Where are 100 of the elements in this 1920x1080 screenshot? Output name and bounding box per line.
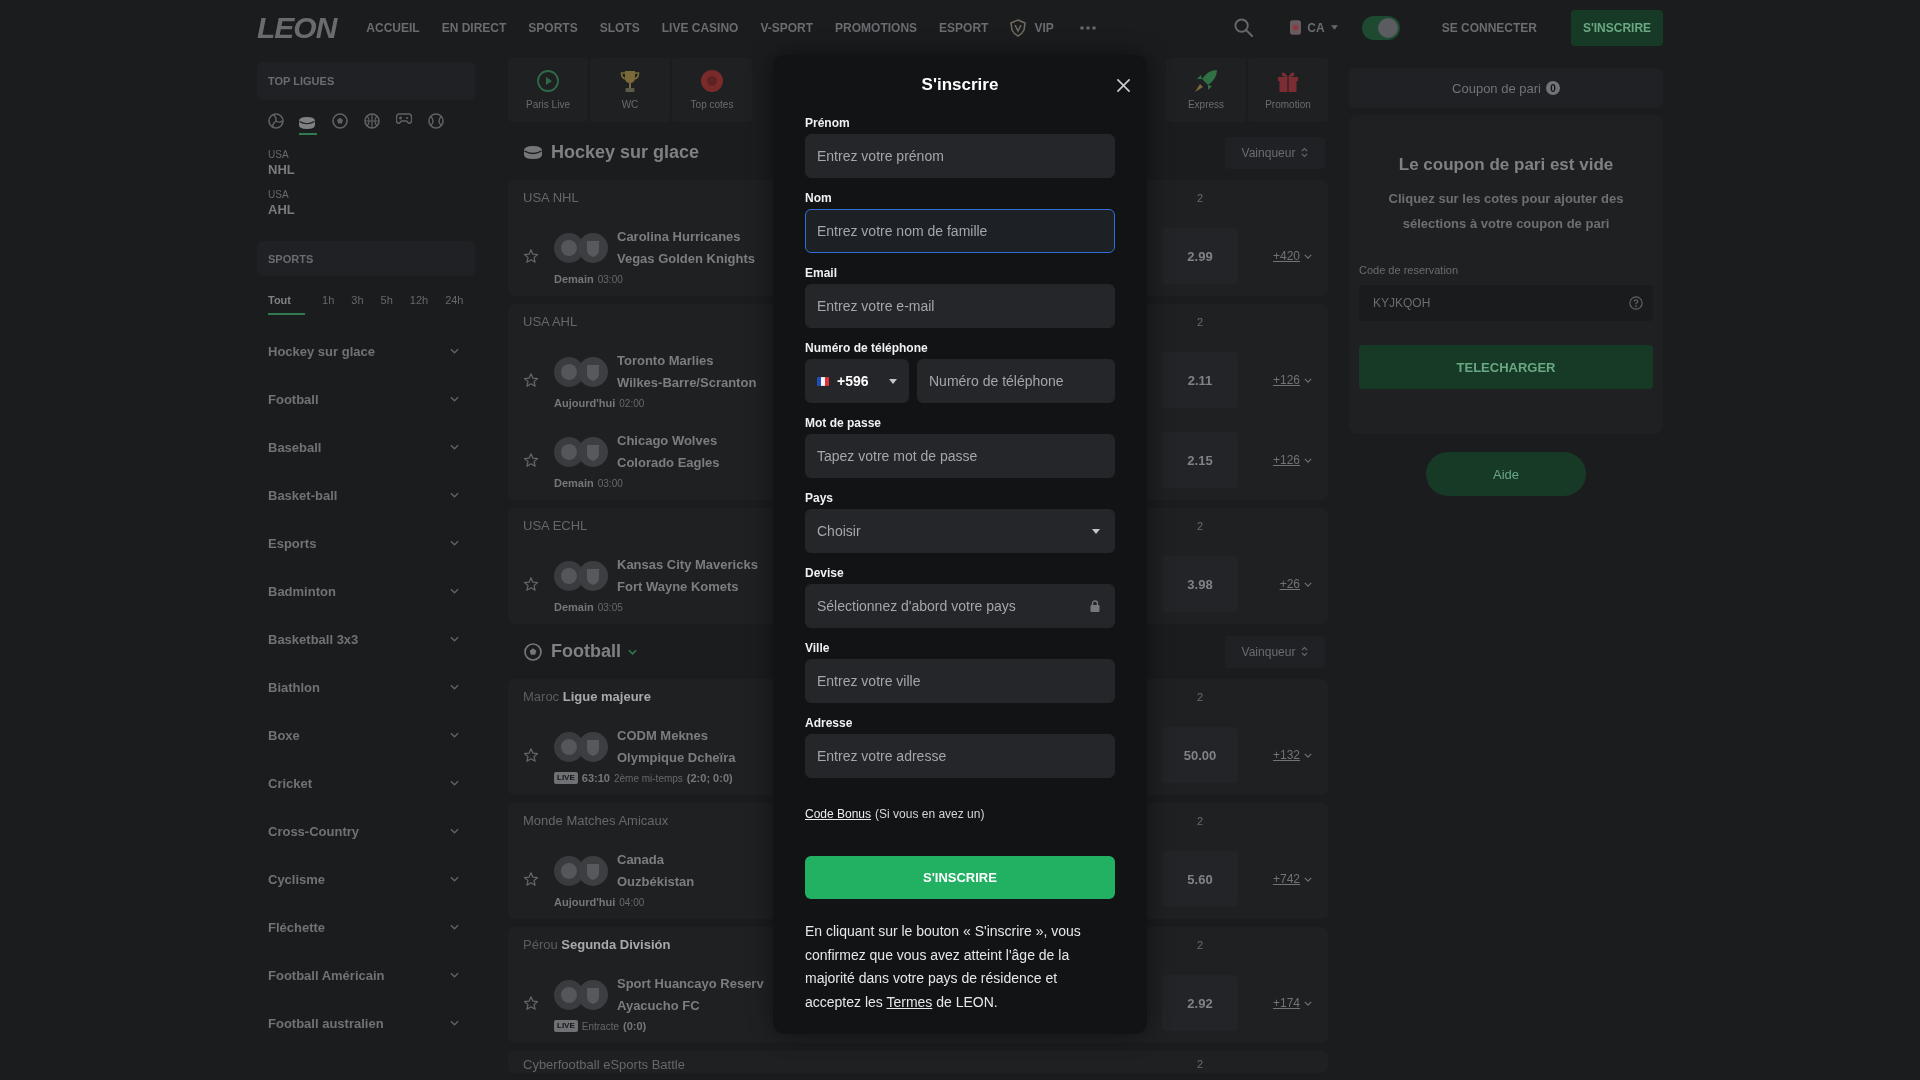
league-title[interactable]: Monde Matches Amicaux <box>523 813 669 829</box>
locale-selector[interactable]: CA <box>1290 20 1338 35</box>
password-field[interactable]: Tapez votre mot de passe <box>805 434 1115 478</box>
submit-button[interactable]: S'INSCRIRE <box>805 856 1115 899</box>
download-button[interactable]: TELECHARGER <box>1359 345 1653 389</box>
time-filter-tab[interactable]: 12h <box>409 293 429 315</box>
bonus-code-link[interactable]: Code Bonus <box>805 806 872 822</box>
quick-link-tile[interactable]: Paris Live <box>508 58 588 122</box>
nav-link[interactable]: EN DIRECT <box>441 20 507 35</box>
sport-item[interactable]: Football <box>257 375 475 423</box>
text-field[interactable]: Entrez votre e-mail <box>805 284 1115 328</box>
chevron-down-icon[interactable] <box>1304 457 1312 463</box>
more-markets-link[interactable]: +420 <box>1272 249 1300 263</box>
text-field[interactable]: Entrez votre ville <box>805 659 1115 703</box>
sport-item[interactable]: Cricket <box>257 759 475 807</box>
star-icon[interactable] <box>524 748 538 762</box>
star-icon[interactable] <box>524 872 538 886</box>
market-select[interactable]: Vainqueur <box>1225 635 1325 668</box>
more-markets-link[interactable]: +174 <box>1272 996 1300 1010</box>
star-icon[interactable] <box>524 996 538 1010</box>
select-field[interactable]: Choisir <box>805 509 1115 553</box>
phone-field[interactable]: Numéro de téléphone <box>917 359 1115 403</box>
quick-link-tile[interactable]: WC <box>590 58 670 122</box>
star-icon[interactable] <box>524 249 538 263</box>
close-icon[interactable] <box>1117 79 1130 92</box>
sport-item[interactable]: Boxe <box>257 711 475 759</box>
coupon-header[interactable]: Coupon de pari 0 <box>1349 68 1663 108</box>
text-field[interactable]: Entrez votre adresse <box>805 734 1115 778</box>
odds-button[interactable]: 2.15 <box>1162 432 1238 488</box>
sport-item[interactable]: Esports <box>257 519 475 567</box>
league-title[interactable]: USA AHL <box>523 314 578 330</box>
league-link[interactable]: USA AHL <box>268 189 295 219</box>
help-button[interactable]: Aide <box>1426 452 1586 496</box>
sport-item[interactable]: Fléchette <box>257 903 475 951</box>
time-filter-tab[interactable]: Tout <box>268 293 305 315</box>
more-markets-link[interactable]: +26 <box>1279 577 1300 591</box>
more-markets-link[interactable]: +742 <box>1272 872 1300 886</box>
league-title[interactable]: USA NHL <box>523 190 579 206</box>
nav-link[interactable]: PROMOTIONS <box>835 20 918 35</box>
odds-button[interactable]: 3.98 <box>1162 556 1238 612</box>
text-field[interactable]: Entrez votre prénom <box>805 134 1115 178</box>
nav-link[interactable]: ESPORT <box>939 20 989 35</box>
star-icon[interactable] <box>524 373 538 387</box>
sport-item[interactable]: Basket-ball <box>257 471 475 519</box>
more-icon[interactable] <box>1079 25 1096 30</box>
sport-item[interactable]: Badminton <box>257 567 475 615</box>
league-title[interactable]: Cyberfootball eSports Battle <box>523 1057 685 1073</box>
star-icon[interactable] <box>524 453 538 467</box>
sport-item[interactable]: Football australien <box>257 999 475 1047</box>
sport-item[interactable]: Football Américain <box>257 951 475 999</box>
nav-link[interactable]: ACCUEIL <box>366 20 420 35</box>
more-markets-link[interactable]: +126 <box>1272 453 1300 467</box>
odds-button[interactable]: 2.99 <box>1162 228 1238 284</box>
theme-toggle[interactable] <box>1361 15 1400 40</box>
sport-item[interactable]: Biathlon <box>257 663 475 711</box>
chevron-down-icon[interactable] <box>1304 581 1312 587</box>
quick-link-tile[interactable]: Express <box>1166 58 1246 122</box>
chevron-down-icon[interactable] <box>1304 752 1312 758</box>
league-title[interactable]: Pérou Segunda División <box>523 937 671 953</box>
search-icon[interactable] <box>1234 18 1254 37</box>
league-title[interactable]: Maroc Ligue majeure <box>523 689 651 705</box>
time-filter-tab[interactable]: 5h <box>380 293 393 315</box>
odds-button[interactable]: 5.60 <box>1162 851 1238 907</box>
time-filter-tab[interactable]: 3h <box>351 293 364 315</box>
signup-button[interactable]: S'INSCRIRE <box>1571 9 1663 46</box>
question-circle-icon[interactable] <box>1629 296 1643 310</box>
sport-item[interactable]: Cross-Country <box>257 807 475 855</box>
chevron-down-icon[interactable] <box>1304 253 1312 259</box>
chevron-down-icon[interactable] <box>1304 377 1312 383</box>
nav-link[interactable]: SLOTS <box>599 20 640 35</box>
star-icon[interactable] <box>524 577 538 591</box>
sport-item[interactable]: Baseball <box>257 423 475 471</box>
league-title[interactable]: USA ECHL <box>523 518 588 534</box>
nav-link[interactable]: LIVE CASINO <box>661 20 739 35</box>
login-link[interactable]: SE CONNECTER <box>1441 20 1537 35</box>
odds-button[interactable]: 50.00 <box>1162 727 1238 783</box>
text-field[interactable]: Entrez votre nom de famille <box>805 209 1115 253</box>
nav-link[interactable]: SPORTS <box>528 20 578 35</box>
chevron-down-icon[interactable] <box>628 648 637 655</box>
nav-link[interactable]: V-SPORT <box>760 20 814 35</box>
league-link[interactable]: USA NHL <box>268 149 295 179</box>
sport-item[interactable]: Basketball 3x3 <box>257 615 475 663</box>
quick-link-tile[interactable]: Promotion <box>1248 58 1328 122</box>
more-markets-link[interactable]: +132 <box>1272 748 1300 762</box>
code-field[interactable]: KYJKQOH <box>1359 285 1653 321</box>
logo[interactable]: LEON <box>257 11 337 44</box>
sport-item[interactable]: Cyclisme <box>257 855 475 903</box>
odds-button[interactable]: 2.11 <box>1162 352 1238 408</box>
quick-link-tile[interactable]: Top cotes <box>672 58 752 122</box>
time-filter-tab[interactable]: 24h <box>445 293 464 315</box>
sport-item[interactable]: Hockey sur glace <box>257 327 475 375</box>
odds-button[interactable]: 2.92 <box>1162 975 1238 1031</box>
chevron-down-icon[interactable] <box>1304 1000 1312 1006</box>
more-markets-link[interactable]: +126 <box>1272 373 1300 387</box>
chevron-down-icon[interactable] <box>1304 876 1312 882</box>
country-code-select[interactable]: +596 <box>805 359 909 403</box>
time-filter-tab[interactable]: 1h <box>322 293 335 315</box>
terms-link[interactable]: Termes <box>886 993 933 1010</box>
nav-link[interactable]: VIP <box>1010 18 1054 37</box>
market-select[interactable]: Vainqueur <box>1225 136 1325 169</box>
